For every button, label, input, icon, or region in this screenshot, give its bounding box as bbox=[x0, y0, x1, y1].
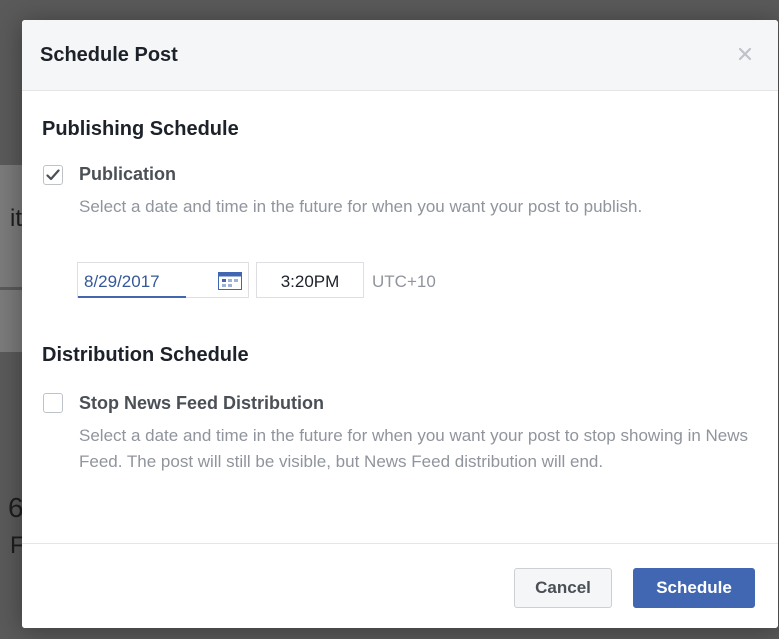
publishing-schedule-heading: Publishing Schedule bbox=[42, 118, 239, 140]
publication-time-value: 3:20PM bbox=[280, 272, 340, 291]
dialog-header: Schedule Post bbox=[22, 20, 778, 91]
publication-label: Publication bbox=[79, 164, 177, 184]
checkmark-icon bbox=[46, 169, 60, 181]
dialog-footer: Cancel Schedule bbox=[22, 543, 778, 628]
stop-distribution-label: Stop News Feed Distribution bbox=[79, 393, 325, 413]
publication-date-input[interactable]: 8/29/2017 bbox=[77, 262, 249, 298]
calendar-icon[interactable] bbox=[218, 272, 242, 290]
publication-checkbox[interactable] bbox=[43, 165, 63, 185]
distribution-schedule-heading: Distribution Schedule bbox=[42, 344, 249, 366]
stop-distribution-checkbox[interactable] bbox=[43, 393, 63, 413]
stop-distribution-description: Select a date and time in the future for… bbox=[79, 426, 749, 471]
publication-date-value: 8/29/2017 bbox=[84, 272, 160, 291]
dialog-title: Schedule Post bbox=[40, 44, 178, 66]
timezone-label: UTC+10 bbox=[372, 272, 436, 291]
schedule-button[interactable]: Schedule bbox=[633, 568, 755, 608]
schedule-post-dialog: Schedule Post Publishing Schedule Public… bbox=[22, 20, 778, 628]
cancel-button[interactable]: Cancel bbox=[514, 568, 612, 608]
date-field-underline bbox=[78, 296, 186, 298]
background-band-2 bbox=[0, 290, 22, 352]
background-text-fragment: it bbox=[10, 205, 22, 232]
close-icon[interactable] bbox=[734, 43, 756, 65]
publication-time-input[interactable]: 3:20PM bbox=[256, 262, 364, 298]
publication-description: Select a date and time in the future for… bbox=[79, 197, 643, 216]
